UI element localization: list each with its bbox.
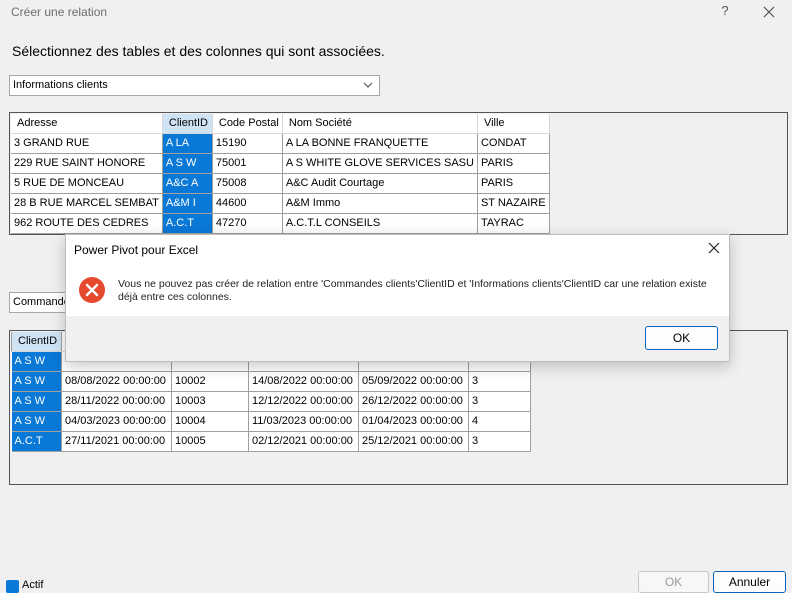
table-cell[interactable]: 44600 [212,193,283,214]
error-dialog: Power Pivot pour Excel Vous ne pouvez pa… [65,234,730,362]
table-cell-selected[interactable]: A S W [11,371,62,392]
table-cell-selected[interactable]: A LA [162,133,213,154]
table1-grid-panel: Adresse ClientID Code Postal Nom Société… [9,112,788,235]
table1-select-value: Informations clients [13,79,108,91]
table-cell[interactable]: 11/03/2023 00:00:00 [248,411,359,432]
table-cell[interactable]: 75001 [212,153,283,174]
dialog-message: Vous ne pouvez pas créer de relation ent… [118,278,707,303]
table-cell[interactable]: 10003 [171,391,249,412]
table-cell[interactable]: 08/08/2022 00:00:00 [61,371,172,392]
table-cell-selected[interactable]: A S W [11,411,62,432]
table-cell[interactable]: 75008 [212,173,283,194]
error-icon [79,277,105,303]
table-row[interactable]: A S W 08/08/2022 00:00:00 10002 14/08/20… [11,371,531,392]
table-cell-selected[interactable]: A S W [11,351,62,372]
table-cell[interactable]: A&C Audit Courtage [282,173,478,194]
table-cell-selected[interactable]: A&M I [162,193,213,214]
table-cell[interactable]: CONDAT [477,133,550,154]
help-icon[interactable]: ? [718,3,732,18]
table-cell[interactable]: 10004 [171,411,249,432]
table-cell[interactable]: ST NAZAIRE [477,193,550,214]
table-cell[interactable]: 27/11/2021 00:00:00 [61,431,172,452]
table-row[interactable]: 5 RUE DE MONCEAU A&C A 75008 A&C Audit C… [11,173,550,194]
table-row[interactable]: 962 ROUTE DES CEDRES A.C.T 47270 A.C.T.L… [11,213,550,234]
table-row[interactable]: 3 GRAND RUE A LA 15190 A LA BONNE FRANQU… [11,133,550,154]
table-cell[interactable]: 26/12/2022 00:00:00 [358,391,469,412]
table-cell[interactable]: 14/08/2022 00:00:00 [248,371,359,392]
table-cell[interactable]: A.C.T.L CONSEILS [282,213,478,234]
table-cell[interactable]: 10005 [171,431,249,452]
table-cell[interactable]: TAYRAC [477,213,550,234]
table-cell[interactable]: A S WHITE GLOVE SERVICES SASU [282,153,478,174]
dialog-ok-button[interactable]: OK [645,326,718,350]
table-cell-selected[interactable]: A.C.T [162,213,213,234]
table-cell-selected[interactable]: A S W [162,153,213,174]
table-cell-selected[interactable]: A&C A [162,173,213,194]
instruction-text: Sélectionnez des tables et des colonnes … [12,43,385,59]
table-cell[interactable]: 5 RUE DE MONCEAU [11,173,163,194]
table-cell[interactable]: 4 [468,411,531,432]
table-row[interactable]: A S W 28/11/2022 00:00:00 10003 12/12/20… [11,391,531,412]
table-cell[interactable]: 229 RUE SAINT HONORE [11,153,163,174]
dialog-body: Vous ne pouvez pas créer de relation ent… [66,262,729,316]
table-cell-selected[interactable]: A.C.T [11,431,62,452]
active-checkbox[interactable] [6,580,19,593]
column-header-selected[interactable]: ClientID [11,332,62,352]
table-cell[interactable]: 28/11/2022 00:00:00 [61,391,172,412]
table-row[interactable]: 28 B RUE MARCEL SEMBAT A&M I 44600 A&M I… [11,193,550,214]
title-bar: Créer une relation ? [0,0,792,26]
table-cell[interactable]: 02/12/2021 00:00:00 [248,431,359,452]
close-icon[interactable] [760,3,778,21]
table1-select[interactable]: Informations clients [9,75,380,96]
table-cell[interactable]: 15190 [212,133,283,154]
table1-grid: Adresse ClientID Code Postal Nom Société… [11,114,550,234]
table-cell[interactable]: 10002 [171,371,249,392]
active-checkbox-label: Actif [22,579,44,591]
ok-button[interactable]: OK [638,571,709,593]
table-row[interactable]: A S W 04/03/2023 00:00:00 10004 11/03/20… [11,411,531,432]
dialog-title: Power Pivot pour Excel [74,243,199,257]
table-cell[interactable]: 3 [468,431,531,452]
chevron-down-icon [363,82,373,88]
table-cell[interactable]: 962 ROUTE DES CEDRES [11,213,163,234]
table-cell[interactable]: 3 [468,371,531,392]
table-cell[interactable]: 28 B RUE MARCEL SEMBAT [11,193,163,214]
table-row[interactable]: A.C.T 27/11/2021 00:00:00 10005 02/12/20… [11,431,531,452]
column-header[interactable]: Adresse [11,114,163,134]
table-cell[interactable]: 3 GRAND RUE [11,133,163,154]
dialog-footer: OK [66,316,729,361]
table-cell[interactable]: PARIS [477,153,550,174]
column-header-selected[interactable]: ClientID [162,114,213,134]
table-cell[interactable]: 01/04/2023 00:00:00 [358,411,469,432]
column-header[interactable]: Code Postal [212,114,283,134]
table-cell[interactable]: 12/12/2022 00:00:00 [248,391,359,412]
table-cell[interactable]: 25/12/2021 00:00:00 [358,431,469,452]
cancel-button[interactable]: Annuler [713,571,786,593]
table-row[interactable]: 229 RUE SAINT HONORE A S W 75001 A S WHI… [11,153,550,174]
table-cell[interactable]: A&M Immo [282,193,478,214]
table-cell[interactable]: A LA BONNE FRANQUETTE [282,133,478,154]
dialog-close-icon[interactable] [707,241,721,255]
table-cell[interactable]: 05/09/2022 00:00:00 [358,371,469,392]
table-cell[interactable]: 04/03/2023 00:00:00 [61,411,172,432]
column-header[interactable]: Nom Société [282,114,478,134]
table-cell[interactable]: PARIS [477,173,550,194]
window-title: Créer une relation [11,5,108,19]
column-header[interactable]: Ville [477,114,550,134]
table-cell-selected[interactable]: A S W [11,391,62,412]
table-cell[interactable]: 47270 [212,213,283,234]
table-cell[interactable]: 3 [468,391,531,412]
